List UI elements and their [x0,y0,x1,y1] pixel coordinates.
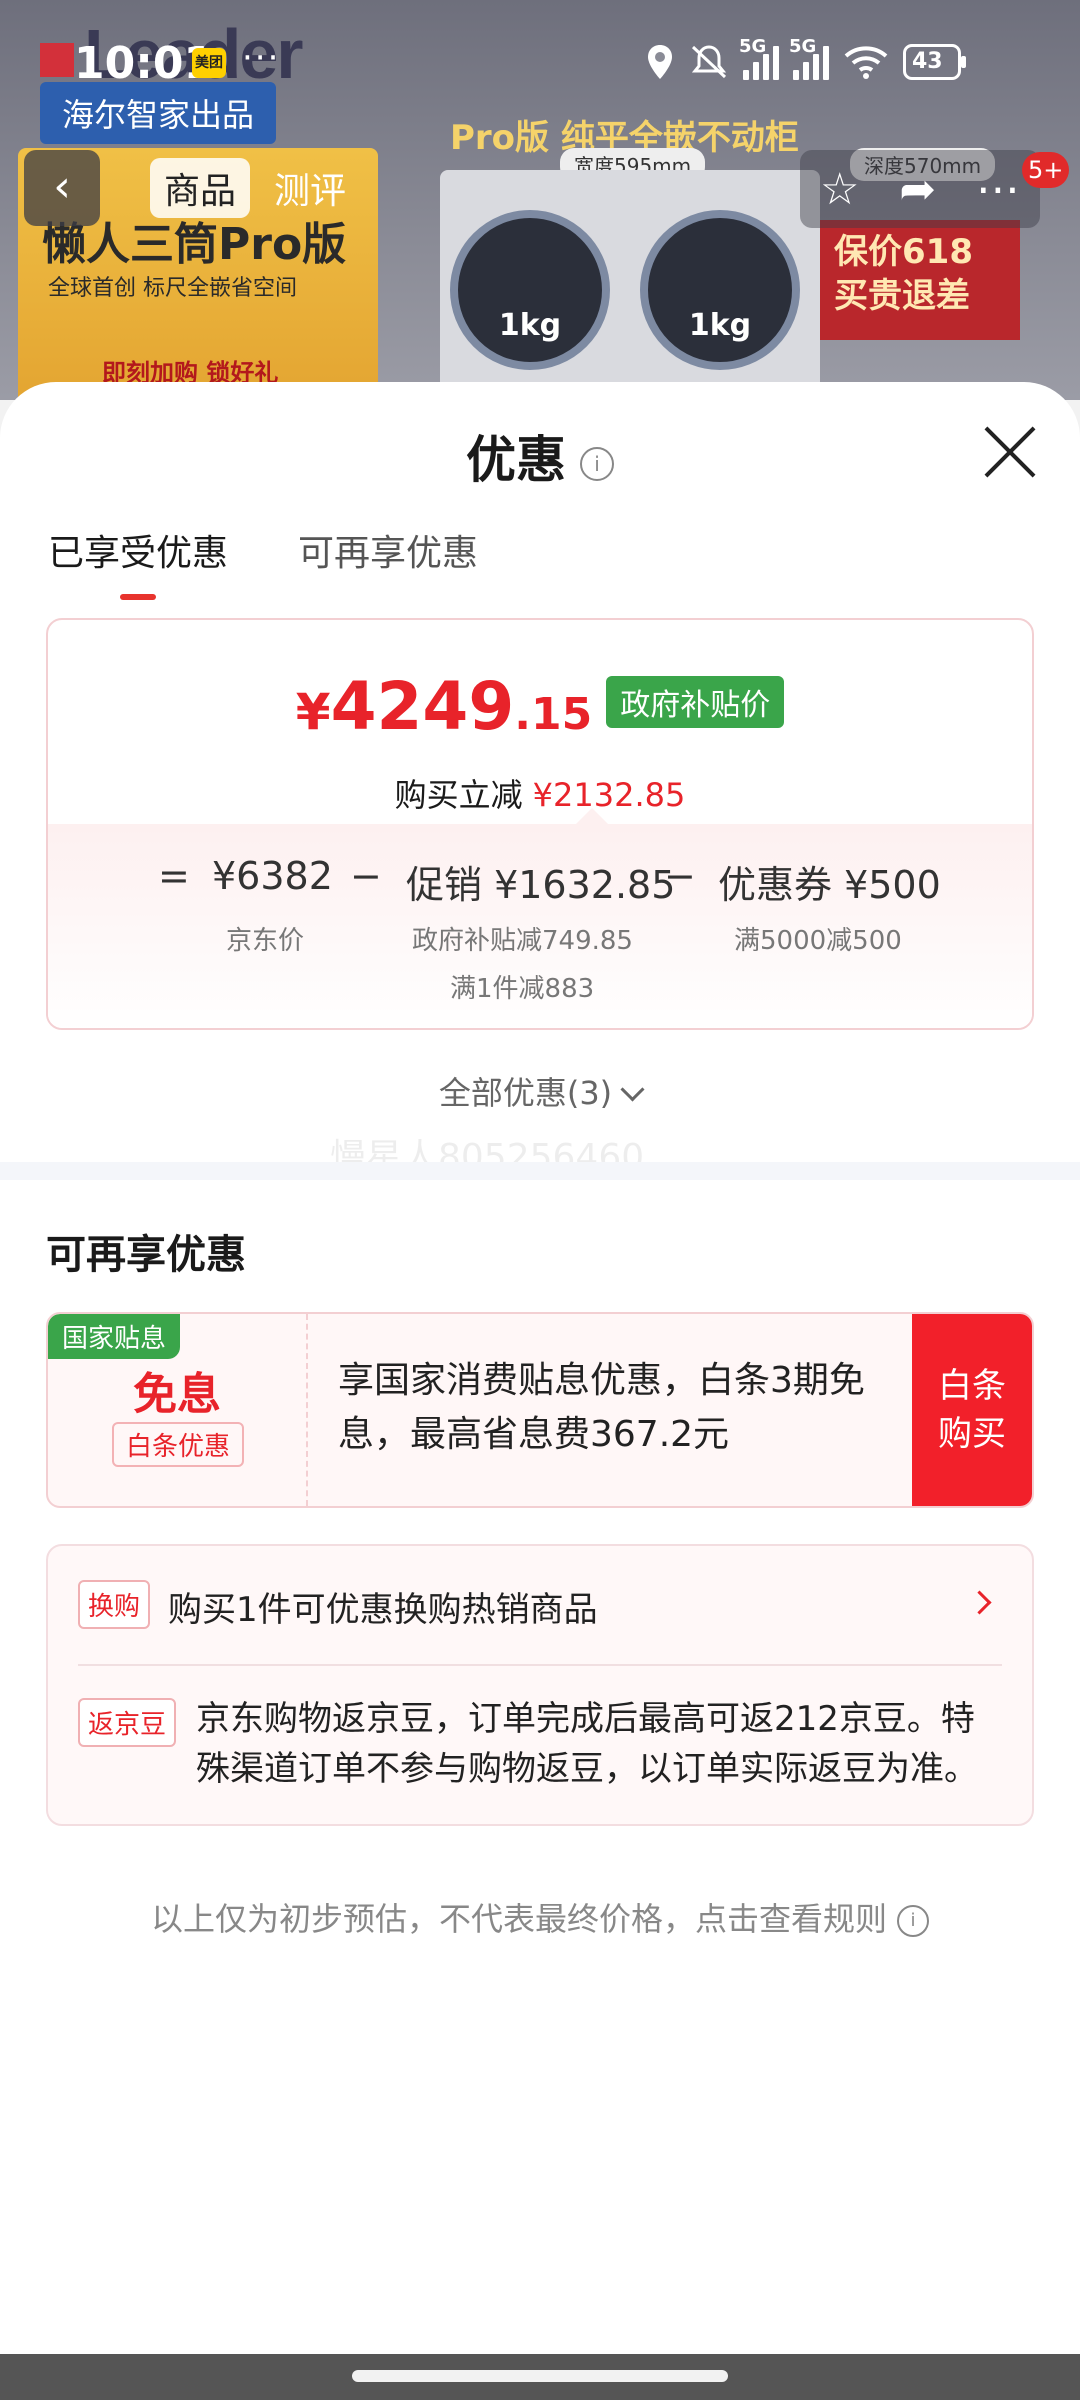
product-image: 1kg 1kg [440,170,820,400]
baitiao-sub-label: 白条优惠 [112,1422,245,1467]
coupon-amount: 优惠券 ¥500 [718,863,941,907]
baitiao-description: 享国家消费贴息优惠，白条3期免息，最高省息费367.2元 [338,1360,865,1455]
battery-icon: 43 [903,44,966,80]
final-price: ¥4249.15 政府补贴价 [48,668,1032,745]
price-integer: 4249 [330,668,515,745]
tab-goods[interactable]: 商品 [150,158,251,218]
more-icon[interactable]: ⋯ [976,164,1020,215]
sheet-title-text: 优惠 [466,431,566,489]
more-notifications-icon: ··· [242,38,281,78]
offer-tabs: 已享受优惠 可再享优惠 [48,524,478,600]
product-tabs: 商品 测评 [150,158,360,218]
home-indicator[interactable] [352,2370,728,2382]
tab-enjoyed-offers[interactable]: 已享受优惠 [48,524,228,600]
price-guarantee-badge: 保价618 买贵退差 [820,220,1020,340]
status-bar: 10:01 美团 ··· 5G 5G 43 [0,0,1080,120]
exchange-tag: 换购 [78,1580,151,1629]
drum-right: 1kg [640,210,800,370]
minus-sign: − [664,854,696,898]
national-subsidy-badge: 国家贴息 [48,1314,181,1359]
tab-more-offers[interactable]: 可再享优惠 [298,524,478,600]
close-icon[interactable] [982,424,1038,480]
notification-count-badge: 5+ [1022,152,1070,188]
all-offers-toggle[interactable]: 全部优惠(3) [0,1068,1080,1114]
gov-subsidy-tag: 政府补贴价 [606,676,785,728]
system-icons: 5G 5G 43 [645,36,966,84]
price-decimal: .15 [514,689,593,740]
sheet-title: 优惠 i [0,420,1080,492]
misc-offers-card: 换购 购买1件可优惠换购热销商品 返京豆 京东购物返京豆，订单完成后最高可返21… [46,1544,1034,1826]
exchange-offer-row[interactable]: 换购 购买1件可优惠换购热销商品 [78,1580,1002,1630]
chevron-right-icon [967,1590,992,1615]
promo-subtitle: 全球首创 标尺全嵌省空间 [48,276,297,301]
signal-1-icon: 5G [739,36,779,80]
star-icon[interactable]: ☆ [820,164,859,215]
divider [78,1664,1002,1666]
full-reduction: 满1件减883 [450,974,595,1004]
meituan-notification-icon: 美团 [192,48,226,78]
jd-price-label: 京东价 [226,926,305,956]
offers-sheet: 优惠 i 已享受优惠 可再享优惠 ¥4249.15 政府补贴价 购买立减 ¥2132.… [0,382,1080,2354]
coupon-condition: 满5000减500 [734,926,902,956]
baitiao-buy-button[interactable]: 白条 购买 [912,1314,1032,1506]
drum-left: 1kg [450,210,610,370]
jingdou-tag: 返京豆 [78,1698,177,1747]
location-icon [648,45,672,79]
minus-sign: − [350,854,382,898]
chevron-down-icon [620,1077,645,1102]
signal-2-icon: 5G [789,36,829,80]
tab-review[interactable]: 测评 [260,158,360,218]
back-button[interactable]: ‹ [24,150,100,226]
info-icon: i [897,1905,929,1937]
section-divider [0,1162,1080,1180]
reduce-value: ¥2132.85 [532,776,686,814]
more-offers-title: 可再享优惠 [46,1232,246,1278]
jingdou-text: 京东购物返京豆，订单完成后最高可返212京豆。特殊渠道订单不参与购物返豆，以订单… [196,1699,978,1789]
share-icon[interactable]: ➦ [899,164,936,215]
equals-sign: = [158,854,190,898]
price-breakdown: = ¥6382 − 促销 ¥1632.85 − 优惠券 ¥500 京东价 政府补… [48,808,1032,1028]
price-summary-card: ¥4249.15 政府补贴价 购买立减 ¥2132.85 = ¥6382 − 促销 … [46,618,1034,1030]
wifi-icon [844,46,888,79]
info-icon[interactable]: i [580,446,614,481]
reduce-line: 购买立减 ¥2132.85 [394,776,686,814]
jd-price: ¥6382 [212,854,333,898]
baitiao-offer-card: 免息 白条优惠 国家贴息 享国家消费贴息优惠，白条3期免息，最高省息费367.2… [46,1312,1034,1508]
interest-free-label: 免息 [133,1369,221,1420]
exchange-text: 购买1件可优惠换购热销商品 [168,1590,598,1630]
top-actions: ☆ ➦ ⋯ [800,150,1040,228]
gov-subsidy-reduction: 政府补贴减749.85 [412,926,633,956]
mute-icon [691,45,727,79]
promo-amount: 促销 ¥1632.85 [406,863,676,907]
rules-disclaimer[interactable]: 以上仅为初步预估，不代表最终价格，点击查看规则 i [0,1894,1080,1940]
